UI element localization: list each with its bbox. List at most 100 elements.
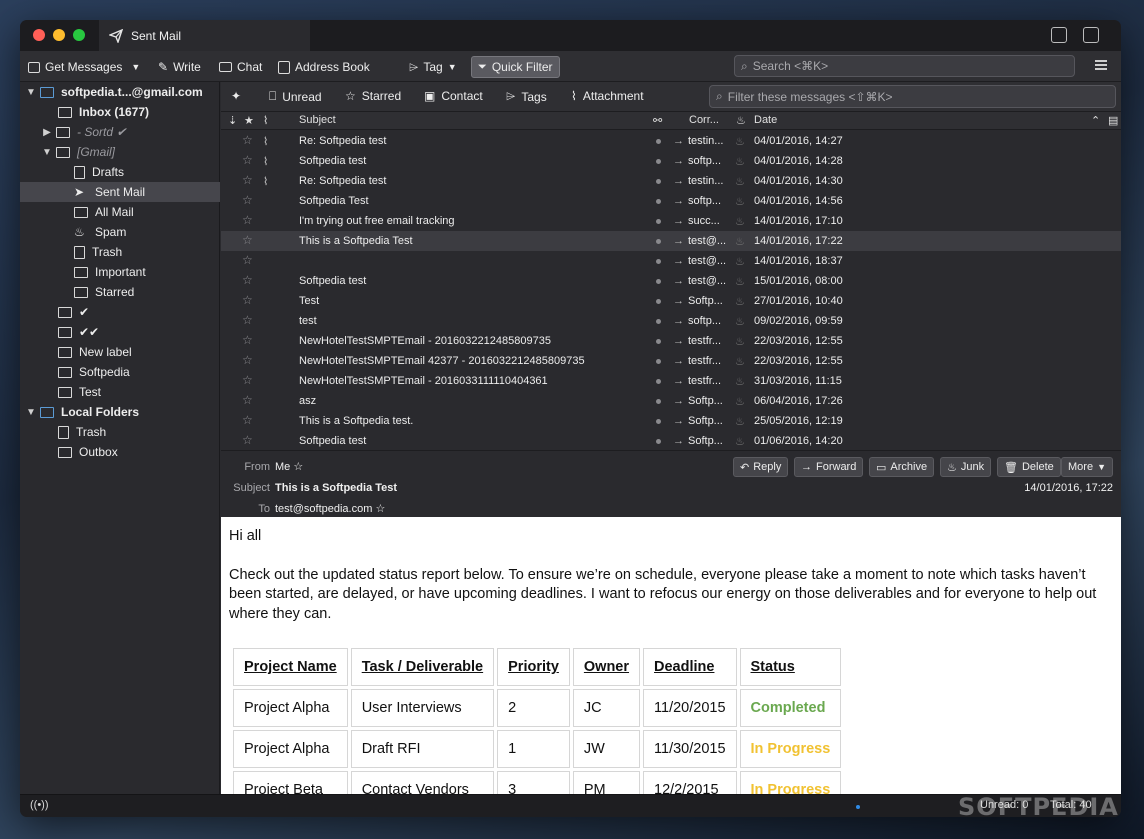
sort-ascending-icon[interactable]: ⌃ (1091, 114, 1100, 127)
star-icon[interactable]: ☆ (242, 153, 253, 167)
folder-trash[interactable]: Trash (20, 242, 220, 262)
star-icon[interactable]: ☆ (375, 503, 385, 515)
table-row[interactable]: ☆ NewHotelTestSMPTEmail - 201603221248580… (221, 331, 1121, 351)
read-status-dot[interactable] (656, 139, 661, 144)
read-status-dot[interactable] (656, 379, 661, 384)
star-icon[interactable]: ☆ (242, 313, 253, 327)
folder-outbox[interactable]: Outbox (20, 442, 220, 462)
table-row[interactable]: ☆ Softpedia test → Softp... ♨ 01/06/2016, 14:… (221, 431, 1121, 451)
folder-check2[interactable]: ✔✔ (20, 322, 220, 342)
junk-column-icon[interactable]: ♨ (736, 114, 746, 127)
column-picker-icon[interactable]: ▤ (1108, 114, 1118, 127)
filter-contact-button[interactable]: ▣ Contact (424, 89, 483, 103)
filter-unread-button[interactable]: ⎕ Unread (269, 89, 322, 104)
thread-column-icon[interactable]: ⇣ (228, 114, 237, 127)
read-status-dot[interactable] (656, 219, 661, 224)
to-value[interactable]: test@softpedia.com ☆ (275, 502, 385, 515)
table-row[interactable]: ☆ I'm trying out free email tracking → succ… (221, 211, 1121, 231)
get-messages-button[interactable]: Get Messages ▼ (28, 56, 140, 78)
junk-button[interactable]: ♨ Junk (940, 457, 992, 477)
maximize-window-button[interactable] (73, 29, 85, 41)
table-row[interactable]: ☆ Softpedia Test → softp... ♨ 04/01/2016, 14:… (221, 191, 1121, 211)
chevron-down-icon[interactable]: ▼ (24, 87, 38, 98)
junk-status-icon[interactable]: ♨ (735, 395, 745, 408)
junk-status-icon[interactable]: ♨ (735, 275, 745, 288)
junk-status-icon[interactable]: ♨ (735, 295, 745, 308)
read-status-column-icon[interactable]: ⚯ (653, 114, 662, 127)
star-column-icon[interactable]: ★ (244, 114, 254, 127)
folder-drafts[interactable]: Drafts (20, 162, 220, 182)
read-status-dot[interactable] (656, 419, 661, 424)
close-window-button[interactable] (33, 29, 45, 41)
read-status-dot[interactable] (656, 239, 661, 244)
reply-button[interactable]: ↶ Reply (733, 457, 789, 477)
account-row[interactable]: ▼ softpedia.t...@gmail.com (20, 82, 220, 102)
read-status-dot[interactable] (656, 179, 661, 184)
folder-new-label[interactable]: New label (20, 342, 220, 362)
tag-button[interactable]: ⌲ Tag ▼ (409, 56, 457, 78)
local-folders-row[interactable]: ▼ Local Folders (20, 402, 220, 422)
star-icon[interactable]: ☆ (293, 461, 303, 473)
star-icon[interactable]: ☆ (242, 233, 253, 247)
table-row[interactable]: ☆ ⌇ Re: Softpedia test → testin... ♨ 04/01/201… (221, 171, 1121, 191)
table-row[interactable]: ☆ NewHotelTestSMPTEmail 42377 - 201603221… (221, 351, 1121, 371)
star-icon[interactable]: ☆ (242, 433, 253, 447)
forward-button[interactable]: → Forward (794, 457, 864, 477)
read-status-dot[interactable] (656, 199, 661, 204)
from-value[interactable]: Me ☆ (275, 460, 303, 473)
star-icon[interactable]: ☆ (242, 213, 253, 227)
junk-status-icon[interactable]: ♨ (735, 415, 745, 428)
table-row[interactable]: ☆ → test@... ♨ 14/01/2016, 18:37 (221, 251, 1121, 271)
star-icon[interactable]: ☆ (242, 293, 253, 307)
read-status-dot[interactable] (656, 299, 661, 304)
junk-status-icon[interactable]: ♨ (735, 235, 745, 248)
read-status-dot[interactable] (656, 319, 661, 324)
junk-status-icon[interactable]: ♨ (735, 135, 745, 148)
folder-inbox[interactable]: Inbox (1677) (20, 102, 220, 122)
junk-status-icon[interactable]: ♨ (735, 195, 745, 208)
column-date[interactable]: Date (754, 114, 777, 126)
folder-important[interactable]: Important (20, 262, 220, 282)
online-status-icon[interactable]: ((•)) (30, 799, 49, 811)
table-row[interactable]: ☆ Softpedia test → test@... ♨ 15/01/2016, 08:… (221, 271, 1121, 291)
folder-starred[interactable]: Starred (20, 282, 220, 302)
chat-button[interactable]: Chat (219, 56, 262, 78)
quick-filter-button[interactable]: ⏷ Quick Filter (471, 56, 560, 78)
chevron-down-icon[interactable]: ▼ (40, 147, 54, 158)
folder-sent-mail[interactable]: ➤ Sent Mail (20, 182, 220, 202)
calendar-icon[interactable] (1051, 27, 1067, 43)
table-row[interactable]: ☆ NewHotelTestSMPTEmail - 201603311111040… (221, 371, 1121, 391)
chevron-down-icon[interactable]: ▼ (24, 407, 38, 418)
write-button[interactable]: ✎ Write (158, 56, 201, 78)
folder-sortd[interactable]: ▶ - Sortd ✔ (20, 122, 220, 142)
junk-status-icon[interactable]: ♨ (735, 375, 745, 388)
folder-test[interactable]: Test (20, 382, 220, 402)
folder-all-mail[interactable]: All Mail (20, 202, 220, 222)
read-status-dot[interactable] (656, 279, 661, 284)
junk-status-icon[interactable]: ♨ (735, 255, 745, 268)
junk-status-icon[interactable]: ♨ (735, 355, 745, 368)
chevron-down-icon[interactable]: ▼ (131, 62, 140, 72)
folder-local-trash[interactable]: Trash (20, 422, 220, 442)
folder-softpedia[interactable]: Softpedia (20, 362, 220, 382)
sticky-pin-icon[interactable]: ✦ (231, 89, 241, 103)
star-icon[interactable]: ☆ (242, 413, 253, 427)
chevron-right-icon[interactable]: ▶ (40, 127, 54, 138)
folder-check1[interactable]: ✔ (20, 302, 220, 322)
read-status-dot[interactable] (656, 339, 661, 344)
junk-status-icon[interactable]: ♨ (735, 175, 745, 188)
junk-status-icon[interactable]: ♨ (735, 155, 745, 168)
star-icon[interactable]: ☆ (242, 393, 253, 407)
star-icon[interactable]: ☆ (242, 373, 253, 387)
table-row[interactable]: ☆ test → softp... ♨ 09/02/2016, 09:59 (221, 311, 1121, 331)
filter-attachment-button[interactable]: ⌇ Attachment (571, 89, 644, 103)
star-icon[interactable]: ☆ (242, 173, 253, 187)
table-row[interactable]: ☆ This is a Softpedia Test → test@... ♨ 14/01… (221, 231, 1121, 251)
app-menu-icon[interactable] (1095, 60, 1107, 70)
column-correspondent[interactable]: Corr... (689, 114, 719, 126)
junk-status-icon[interactable]: ♨ (735, 215, 745, 228)
read-status-dot[interactable] (656, 439, 661, 444)
address-book-button[interactable]: Address Book (278, 56, 370, 78)
star-icon[interactable]: ☆ (242, 353, 253, 367)
table-row[interactable]: ☆ This is a Softpedia test. → Softp... ♨ 25/0… (221, 411, 1121, 431)
